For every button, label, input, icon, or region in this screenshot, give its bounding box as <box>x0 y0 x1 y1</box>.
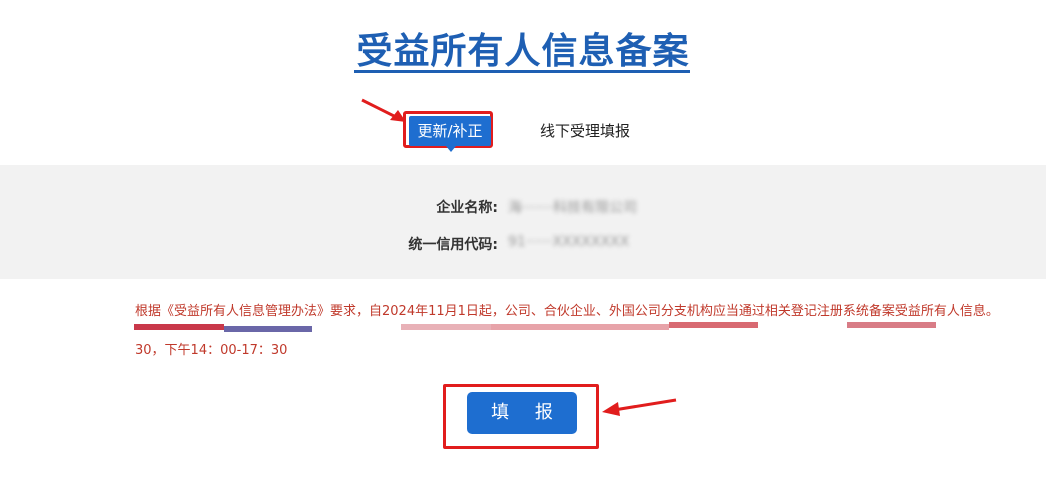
annotation-arrow-icon <box>602 398 677 416</box>
redaction-strip <box>491 324 669 330</box>
redaction-strip <box>669 322 758 328</box>
fill-report-button[interactable]: 填 报 <box>467 392 577 434</box>
service-hours-text: 30，下午14：00-17：30 <box>135 343 288 358</box>
redaction-strip <box>134 324 224 330</box>
company-name-label: 企业名称: <box>436 200 498 216</box>
credit-code-value: 91······XXXXXXXX <box>508 234 630 250</box>
redaction-strip <box>847 322 936 328</box>
tab-offline-filing[interactable]: 线下受理填报 <box>540 120 630 141</box>
tab-update-supplement[interactable]: 更新/补正 <box>409 116 491 146</box>
page-title: 受益所有人信息备案 <box>356 31 690 72</box>
title-underline <box>354 70 690 73</box>
redaction-strip <box>224 326 312 332</box>
notice-text: 根据《受益所有人信息管理办法》要求，自2024年11月1日起，公司、合伙企业、外… <box>135 304 999 319</box>
credit-code-label: 统一信用代码: <box>408 237 498 253</box>
redaction-strip <box>401 324 491 330</box>
company-name-value: 海·······科技有限公司 <box>508 200 638 216</box>
tab-caret-icon <box>446 146 456 152</box>
company-info-panel: 企业名称: 海·······科技有限公司 统一信用代码: 91······XXX… <box>0 165 1046 279</box>
